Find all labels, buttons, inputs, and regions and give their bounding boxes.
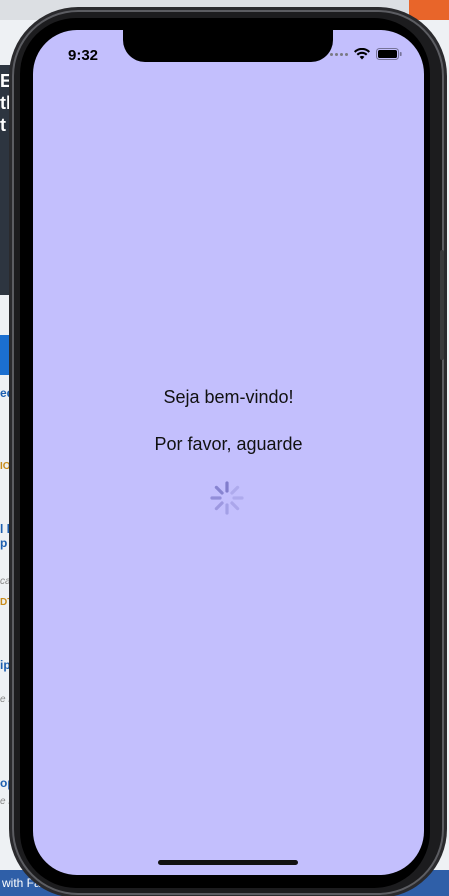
background-gray-text: ca xyxy=(0,576,11,587)
loading-screen: Seja bem-vindo! Por favor, aguarde xyxy=(33,30,424,875)
phone-screen: 9:32 Seja bem-vindo! Por favor, aguarde xyxy=(33,30,424,875)
wait-text: Por favor, aguarde xyxy=(154,434,303,454)
background-orange-label: IO xyxy=(0,461,11,472)
welcome-text: Seja bem-vindo! xyxy=(163,387,294,407)
phone-side-button xyxy=(440,250,444,360)
browser-toolbar-accent xyxy=(409,0,449,20)
activity-spinner-icon xyxy=(210,481,244,515)
home-indicator[interactable] xyxy=(158,860,298,865)
